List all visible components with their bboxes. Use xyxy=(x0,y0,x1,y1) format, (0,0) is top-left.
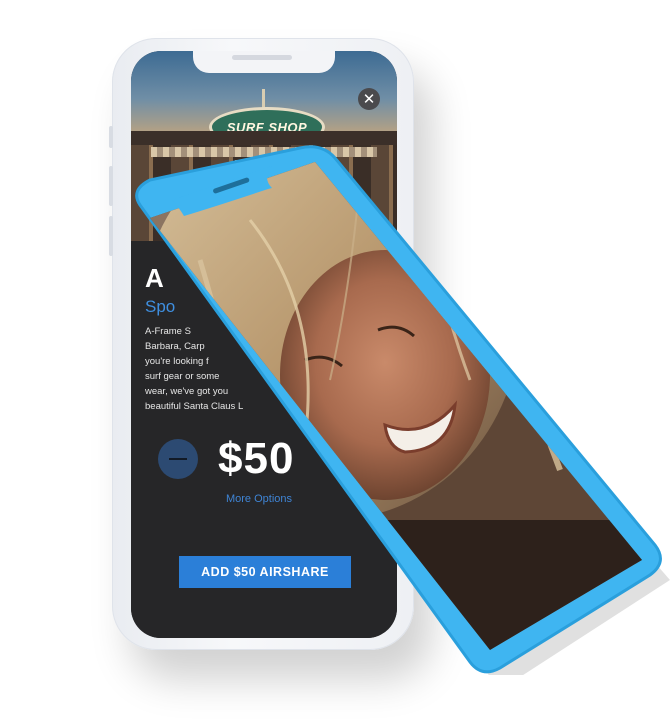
mute-switch xyxy=(109,126,113,148)
front-phone-svg xyxy=(135,145,670,675)
earpiece-speaker xyxy=(232,55,292,60)
sign-mast xyxy=(262,89,265,109)
volume-down-button xyxy=(109,216,113,256)
close-button[interactable]: ✕ xyxy=(358,88,380,110)
volume-up-button xyxy=(109,166,113,206)
front-phone xyxy=(123,140,671,675)
close-icon: ✕ xyxy=(362,91,376,108)
